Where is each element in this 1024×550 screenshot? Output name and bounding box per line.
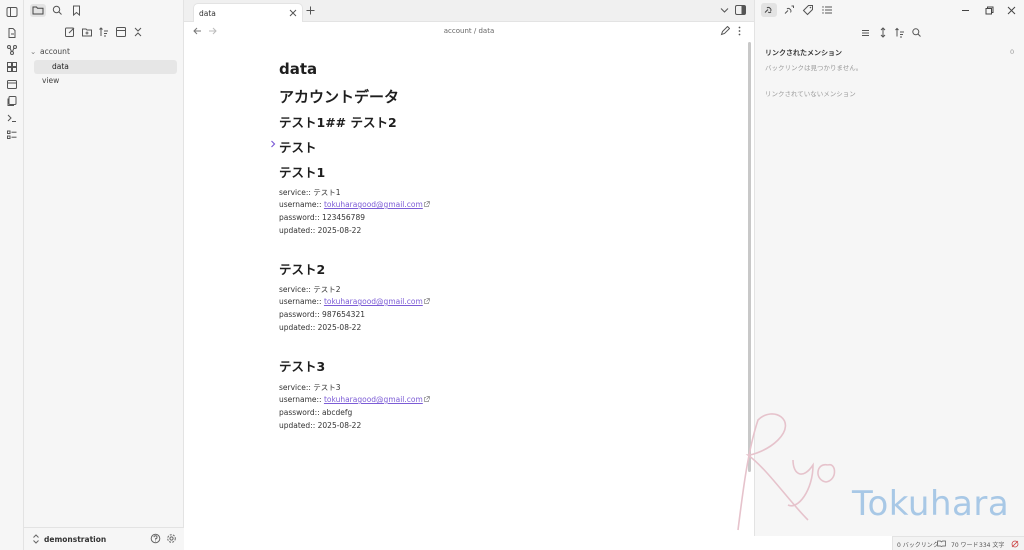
email-link[interactable]: tokuharagood@gmail.com — [324, 200, 423, 209]
collapse-results-icon[interactable] — [860, 28, 870, 38]
heading-test: テスト — [279, 140, 317, 155]
new-folder-icon[interactable] — [81, 26, 93, 38]
files-tab-icon[interactable] — [30, 4, 46, 17]
help-icon[interactable] — [150, 533, 161, 544]
checklist-icon[interactable] — [6, 129, 18, 141]
minimize-window-icon[interactable] — [961, 6, 970, 15]
entry-username: username:: tokuharagood@gmail.com — [279, 395, 430, 404]
sort-icon[interactable] — [98, 26, 110, 38]
canvas-icon[interactable] — [6, 61, 18, 73]
entry-heading: テスト3 — [279, 359, 326, 374]
outgoing-links-icon[interactable] — [783, 4, 795, 16]
tab-list-chevron-icon[interactable] — [720, 7, 729, 14]
sync-off-icon[interactable] — [1011, 540, 1019, 548]
calendar-icon[interactable] — [6, 78, 18, 90]
external-link-icon — [423, 396, 430, 402]
entry-username: username:: tokuharagood@gmail.com — [279, 200, 430, 209]
no-backlinks-text: バックリンクは見つかりません。 — [765, 64, 863, 72]
open-quick-switcher-icon[interactable] — [6, 27, 18, 39]
tab-data[interactable]: data — [193, 3, 303, 22]
reading-mode-icon[interactable] — [937, 540, 946, 547]
bookmark-icon[interactable] — [70, 4, 83, 17]
file-view[interactable]: view — [42, 74, 172, 88]
note-title: data — [279, 60, 318, 78]
heading-mixed: テスト1## テスト2 — [279, 115, 397, 130]
left-ribbon — [0, 0, 24, 550]
folder-account-label: account — [40, 47, 70, 56]
vault-switcher-bar: demonstration — [24, 527, 184, 550]
auto-reveal-icon[interactable] — [115, 26, 127, 38]
collapse-all-icon[interactable] — [132, 26, 144, 38]
status-bar: 0 バックリンク 70 ワード 334 文字 — [892, 536, 1024, 550]
file-view-label: view — [42, 76, 60, 85]
unlinked-mentions-title[interactable]: リンクされていないメンション — [765, 88, 856, 98]
close-window-icon[interactable] — [1007, 6, 1016, 15]
sidebar-toggle-icon[interactable] — [6, 6, 18, 18]
tab-bar: data — [184, 0, 754, 22]
new-note-icon[interactable] — [64, 26, 76, 38]
heading-account-data: アカウントデータ — [279, 88, 400, 106]
close-tab-icon[interactable] — [289, 9, 297, 17]
file-data-label: data — [52, 62, 69, 71]
entry-username: username:: tokuharagood@gmail.com — [279, 297, 430, 306]
explorer-header — [24, 0, 184, 21]
external-link-icon — [423, 298, 430, 304]
username-label: username:: — [279, 200, 324, 209]
more-options-icon[interactable] — [738, 26, 741, 36]
linked-mentions-count: 0 — [1010, 48, 1015, 56]
right-sidebar-toggle-icon[interactable] — [735, 5, 746, 15]
settings-gear-icon[interactable] — [166, 533, 177, 544]
entry-password: password:: 987654321 — [279, 310, 365, 319]
new-tab-icon[interactable] — [306, 6, 315, 15]
search-icon[interactable] — [911, 27, 922, 38]
username-label: username:: — [279, 297, 324, 306]
edit-pencil-icon[interactable] — [720, 26, 730, 36]
entry-updated: updated:: 2025-08-22 — [279, 323, 362, 332]
entry-updated: updated:: 2025-08-22 — [279, 421, 362, 430]
entry-password: password:: 123456789 — [279, 213, 365, 222]
signature-watermark — [718, 400, 868, 550]
outline-list-icon[interactable] — [821, 4, 833, 16]
vault-switch-icon[interactable] — [32, 534, 40, 544]
folder-account[interactable]: ⌄ account — [30, 45, 178, 59]
entry-service: service:: テスト1 — [279, 188, 341, 197]
entry-password: password:: abcdefg — [279, 408, 353, 417]
entry-service: service:: テスト2 — [279, 285, 341, 294]
restore-window-icon[interactable] — [985, 6, 994, 15]
backlinks-tab-icon[interactable] — [761, 3, 777, 17]
right-panel-header — [754, 0, 1024, 21]
status-backlinks[interactable]: 0 バックリンク — [897, 540, 939, 549]
terminal-icon[interactable] — [6, 112, 18, 124]
entry-heading: テスト1 — [279, 165, 326, 180]
tab-title: data — [199, 9, 216, 18]
note-content[interactable]: data アカウントデータ テスト1## テスト2 テスト テスト1 servi… — [184, 40, 749, 550]
status-chars: 334 文字 — [979, 542, 1005, 549]
vault-name[interactable]: demonstration — [44, 535, 106, 544]
username-label: username:: — [279, 395, 324, 404]
tag-icon[interactable] — [802, 4, 814, 16]
file-data[interactable]: data — [34, 60, 177, 74]
entry-heading: テスト2 — [279, 262, 326, 277]
templates-icon[interactable] — [6, 95, 18, 107]
sort-icon[interactable] — [894, 27, 905, 38]
email-link[interactable]: tokuharagood@gmail.com — [324, 297, 423, 306]
watermark-name: Tokuhara — [852, 484, 1010, 524]
external-link-icon — [423, 201, 430, 207]
status-words: 70 ワード — [951, 542, 979, 549]
expand-vertical-icon[interactable] — [878, 27, 888, 38]
view-header: account / data — [184, 22, 754, 40]
entry-service: service:: テスト3 — [279, 383, 341, 392]
linked-mentions-title[interactable]: リンクされたメンション — [765, 48, 842, 58]
search-icon[interactable] — [51, 4, 64, 17]
fold-chevron-icon[interactable] — [270, 140, 276, 148]
chevron-down-icon: ⌄ — [30, 47, 37, 56]
breadcrumb[interactable]: account / data — [184, 27, 754, 35]
email-link[interactable]: tokuharagood@gmail.com — [324, 395, 423, 404]
entry-updated: updated:: 2025-08-22 — [279, 226, 362, 235]
file-explorer: ⌄ account data view demonstration — [24, 0, 184, 550]
graph-view-icon[interactable] — [6, 44, 18, 56]
